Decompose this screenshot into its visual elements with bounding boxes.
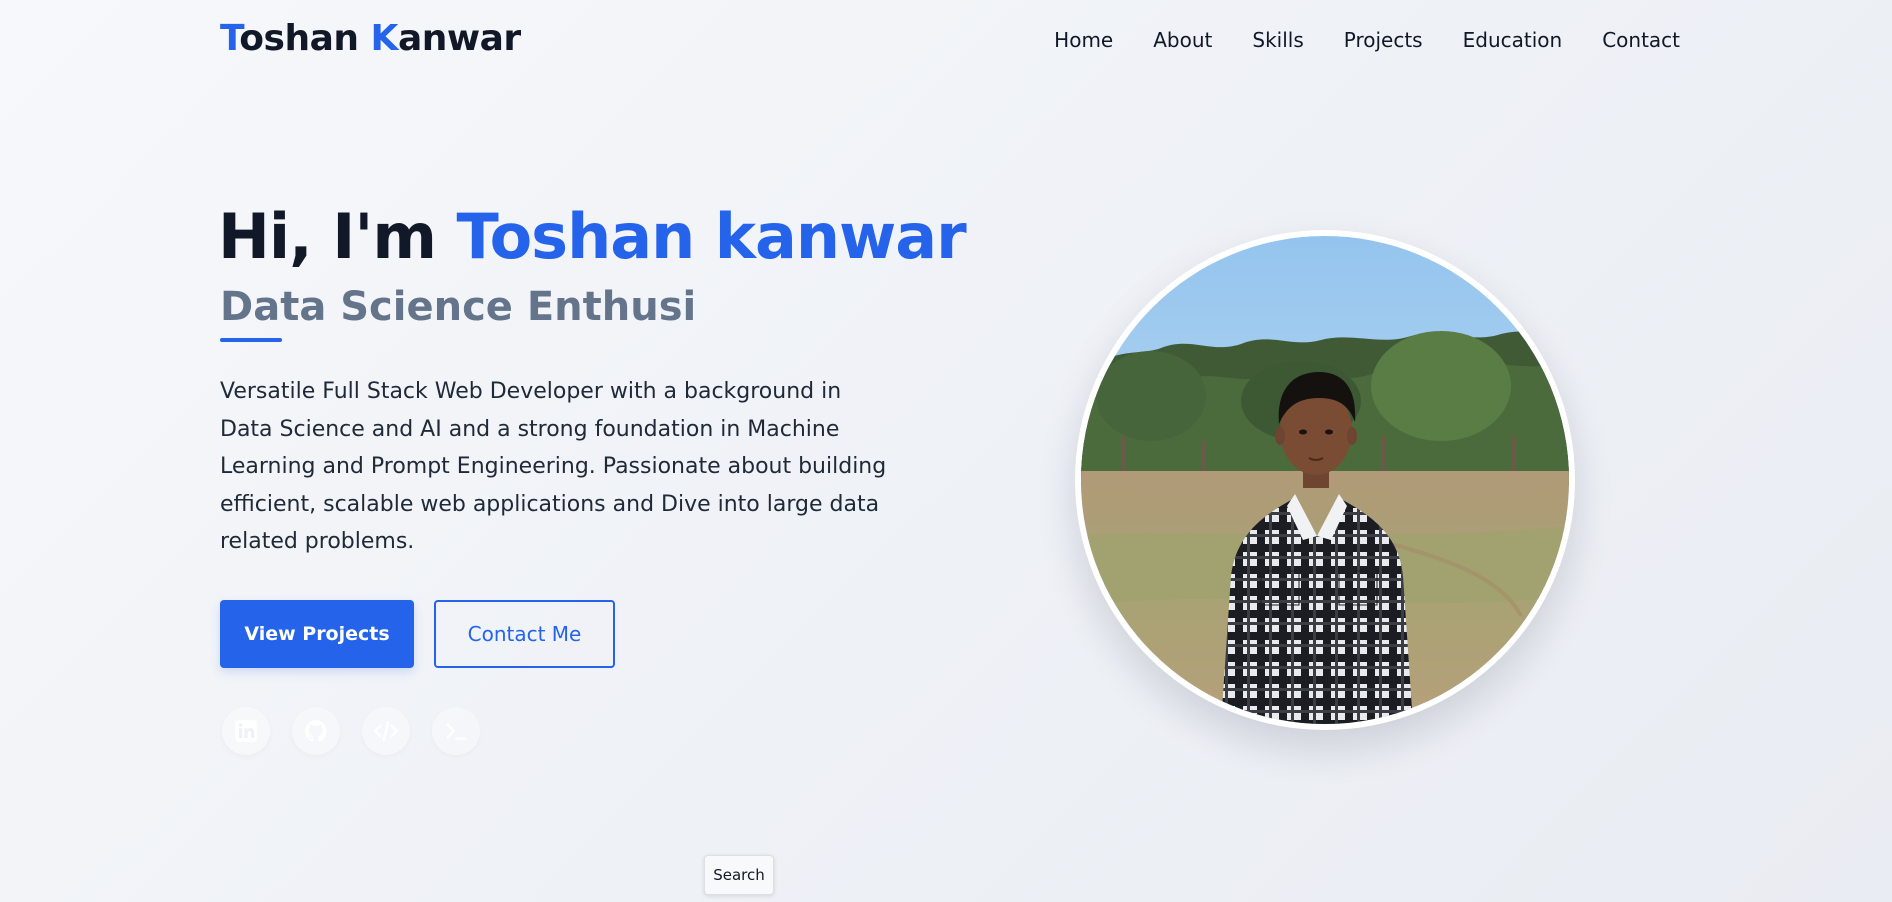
github-link[interactable]	[292, 707, 340, 755]
linkedin-icon	[235, 720, 257, 742]
navbar: Toshan Kanwar Home About Skills Projects…	[0, 0, 1892, 84]
nav-contact-link[interactable]: Contact	[1602, 28, 1680, 52]
code-icon	[373, 721, 399, 741]
hero-description: Versatile Full Stack Web Developer with …	[220, 379, 887, 554]
nav-projects-link[interactable]: Projects	[1344, 28, 1423, 52]
code-link[interactable]	[362, 707, 410, 755]
nav-about-link[interactable]: About	[1153, 28, 1212, 52]
logo-first-rest: oshan	[239, 18, 371, 59]
logo-last-initial: K	[370, 18, 399, 59]
search-tooltip[interactable]: Search	[704, 855, 774, 895]
nav-education-link[interactable]: Education	[1463, 28, 1563, 52]
nav-links: Home About Skills Projects Education Con…	[1054, 28, 1680, 52]
site-logo[interactable]: Toshan Kanwar	[220, 18, 521, 59]
nav-home-link[interactable]: Home	[1054, 28, 1113, 52]
nav-skills-link[interactable]: Skills	[1252, 28, 1303, 52]
hero-subtitle: Data Science Enthusi	[220, 284, 697, 330]
hero-title: Hi, I'm Toshan kanwar	[218, 200, 967, 273]
subtitle-underline	[220, 338, 282, 342]
hero-name: Toshan kanwar	[456, 200, 967, 273]
profile-photo	[1075, 230, 1575, 730]
social-links	[222, 707, 480, 755]
terminal-icon	[446, 723, 467, 740]
logo-last-rest: anwar	[397, 18, 521, 59]
github-icon	[305, 720, 327, 742]
contact-me-button[interactable]: Contact Me	[434, 600, 615, 668]
terminal-link[interactable]	[432, 707, 480, 755]
linkedin-link[interactable]	[222, 707, 270, 755]
hero-greeting: Hi, I'm	[218, 200, 457, 273]
view-projects-button[interactable]: View Projects	[220, 600, 414, 668]
logo-first-initial: T	[220, 18, 240, 59]
profile-photo-image	[1081, 236, 1569, 724]
